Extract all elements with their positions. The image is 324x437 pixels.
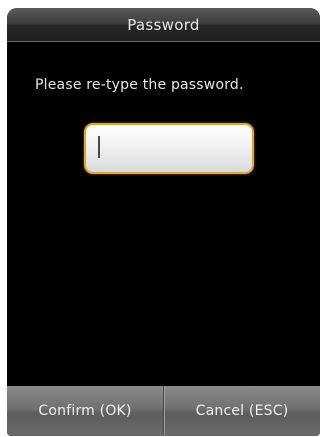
prompt-text: Please re-type the password. [35, 77, 244, 93]
title-bar: Password [7, 8, 320, 42]
device-screen: Password Please re-type the password. Co… [7, 8, 320, 436]
button-bar: Confirm (OK) Cancel (ESC) [7, 386, 320, 436]
password-input[interactable] [84, 123, 254, 174]
text-cursor [98, 136, 100, 158]
page-title: Password [127, 15, 200, 34]
confirm-button[interactable]: Confirm (OK) [7, 386, 163, 436]
cancel-button[interactable]: Cancel (ESC) [164, 386, 320, 436]
